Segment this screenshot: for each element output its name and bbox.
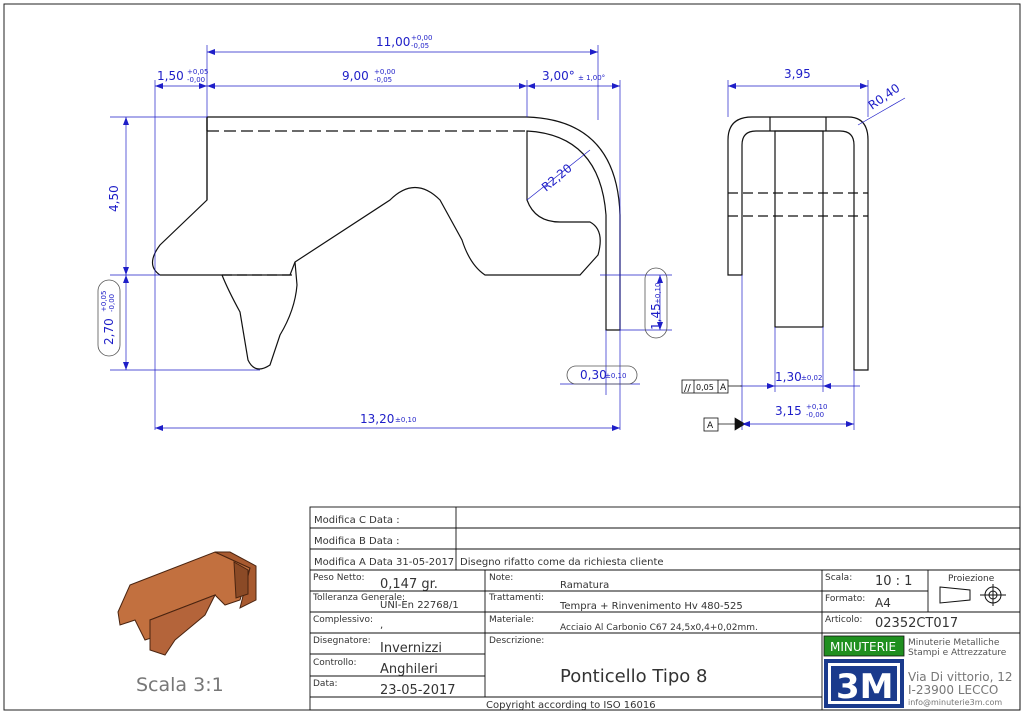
dim-270: 2,70 [102,318,116,345]
note-label: Note: [489,573,513,583]
copyright: Copyright according to ISO 16016 [486,700,656,711]
dim-1320: 13,20 [360,412,394,426]
datum-box: A [703,417,719,432]
tolleranza-value: UNI-En 22768/1 [380,600,459,611]
dim-1320-tol: ±0,10 [395,416,416,424]
dim-11-tol-dn: -0,05 [411,42,429,50]
drawing-sheet: 11,00 +0,00 -0,05 1,50 +0,05 -0,00 9,00 … [0,0,1024,714]
projection-symbol-icon [939,584,1006,606]
address-1: Via Di vittorio, 12 [908,670,1013,684]
datum-label: A [707,421,714,431]
mod-c: Modifica C Data : [314,515,400,526]
data-value: 23-05-2017 [380,683,456,698]
parallel-datum: A [720,383,727,393]
scala-value: 10 : 1 [875,574,912,589]
dim-3deg: 3,00° [542,69,575,83]
front-view [151,116,621,370]
materiale-label: Materiale: [489,615,534,625]
dim-130: 1,30 [775,370,802,384]
copper-part-preview [117,551,257,656]
descrizione-value: Ponticello Tipo 8 [560,666,707,687]
dim-3deg-tol: ± 1,00° [578,74,605,82]
disegnatore-value: Invernizzi [380,641,442,656]
dim-270-tol-up: +0,05 [100,291,108,312]
controllo-label: Controllo: [313,658,357,668]
dim-145-tol: ±0,10 [654,283,662,304]
formato-label: Formato: [825,594,865,604]
dim-150: 1,50 [157,69,184,83]
svg-text://: // [684,383,691,394]
mod-a: Modifica A Data 31-05-2017 [314,557,454,568]
dim-030: 0,30 [580,368,607,382]
logo-3m: 3M [824,659,904,708]
articolo-label: Articolo: [825,615,862,625]
descrizione-label: Descrizione: [489,636,544,646]
dim-315-tol-up: +0,10 [806,403,827,411]
controllo-value: Anghileri [380,662,438,677]
dim-450: 4,50 [107,185,121,212]
parallelism-frame: // 0,05 A [681,379,742,394]
complessivo-value: , [380,620,383,631]
address-2: I-23900 LECCO [908,683,998,697]
side-view-outer [727,116,869,371]
dim-9-tol-dn: -0,05 [374,76,392,84]
dim-r220: R2,20 [539,161,575,194]
company-line2: Stampi e Attrezzature [908,648,1007,658]
disegnatore-label: Disegnatore: [313,636,371,646]
dim-150-tol-dn: -0,00 [187,76,205,84]
dim-150-tol-up: +0,05 [187,68,208,76]
dim-030-tol: ±0,10 [605,372,626,380]
side-view-center [774,130,824,328]
dimension-arrows [123,49,868,431]
email: info@minuterie3m.com [908,698,1002,707]
dim-r040: R0,40 [866,81,903,113]
dim-315: 3,15 [775,404,802,418]
side-view [727,116,869,371]
technical-drawing: 11,00 +0,00 -0,05 1,50 +0,05 -0,00 9,00 … [3,3,1021,711]
trattamenti-label: Trattamenti: [488,593,544,603]
front-lower-tab [221,261,298,370]
mod-a-desc: Disegno rifatto come da richiesta client… [460,557,664,568]
company-line1: Minuterie Metalliche [908,638,1000,648]
dim-9: 9,00 [342,69,369,83]
peso-value: 0,147 gr. [380,577,438,592]
formato-value: A4 [875,596,891,610]
badge-text: MINUTERIE [830,640,896,654]
dim-11: 11,00 [376,35,410,49]
logo-text: 3M [836,667,894,707]
peso-label: Peso Netto: [313,573,365,583]
dim-315-tol-dn: -0,00 [806,411,824,419]
preview-scale-label: Scala 3:1 [136,674,224,696]
dim-9-tol-up: +0,00 [374,68,395,76]
dim-11-tol-up: +0,00 [411,34,432,42]
parallel-tol: 0,05 [696,383,714,392]
articolo-value: 02352CT017 [875,616,958,631]
dim-270-tol-dn: -0,00 [108,294,116,312]
data-label: Data: [313,679,338,689]
front-view-outline [151,116,621,331]
materiale-value: Acciaio Al Carbonio C67 24,5x0,4+0,02mm. [560,623,758,633]
mod-b: Modifica B Data : [314,536,399,547]
proiezione-label: Proiezione [948,574,995,584]
dim-145: 1,45 [649,303,663,330]
dim-130-tol: ±0,02 [801,374,822,382]
trattamenti-value: Tempra + Rinvenimento Hv 480-525 [559,601,743,612]
note-value: Ramatura [560,580,609,591]
dim-395: 3,95 [784,67,811,81]
company-badge: MINUTERIE Minuterie Metalliche Stampi e … [823,635,1007,658]
scala-label: Scala: [825,573,852,583]
complessivo-label: Complessivo: [313,615,373,625]
